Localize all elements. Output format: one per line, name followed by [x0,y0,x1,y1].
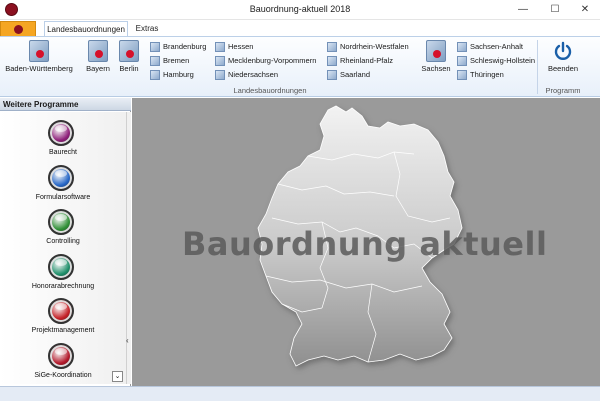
panel-title: Weitere Programme [0,98,131,111]
ribbon-tabs: Landesbauordnungen Extras [0,20,600,37]
programs-panel: Weitere Programme Baurecht Formularsoftw… [0,98,131,386]
app-menu-icon [14,25,23,34]
program-item-baurecht[interactable]: Baurecht [0,120,126,164]
program-item-projektmanagement[interactable]: Projektmanagement [0,298,126,342]
map-pin-icon [426,40,446,62]
group-label-landesbauordnungen: Landesbauordnungen [233,86,307,95]
file-menu-button[interactable] [0,21,36,37]
program-label: Controlling [46,238,80,245]
baurecht-icon [48,120,74,146]
map-icon [327,42,337,52]
button-label: Berlin [119,64,139,73]
saarland-button[interactable]: Saarland [327,69,370,81]
program-item-controlling[interactable]: Controlling [0,209,126,253]
sige-koordination-icon [48,343,74,369]
button-label: Sachsen [421,64,451,73]
bremen-button[interactable]: Bremen [150,55,189,67]
group-label-programm: Programm [545,86,581,95]
program-label: Projektmanagement [31,327,95,334]
map-icon [215,56,225,66]
map-icon [215,42,225,52]
title-bar: Bauordnung-aktuell 2018 — ☐ ✕ [0,0,600,20]
programs-list: Baurecht Formularsoftware Controlling Ho… [0,112,126,384]
sachsen-anhalt-button[interactable]: Sachsen-Anhalt [457,41,523,53]
projektmanagement-icon [48,298,74,324]
program-label: Honorarabrechnung [31,283,95,290]
tab-landesbauordnungen[interactable]: Landesbauordnungen [44,21,128,37]
button-label: Baden-Württemberg [5,64,73,73]
brandenburg-button[interactable]: Brandenburg [150,41,206,53]
thueringen-button[interactable]: Thüringen [457,69,504,81]
map-pin-icon [119,40,139,62]
beenden-button[interactable]: Beenden [545,40,581,80]
schleswig-holstein-button[interactable]: Schleswig-Hollstein [457,55,535,67]
button-label: Beenden [547,64,579,73]
hamburg-button[interactable]: Hamburg [150,69,194,81]
rheinland-pfalz-button[interactable]: Rheinland-Pfalz [327,55,393,67]
program-item-formularsoftware[interactable]: Formularsoftware [0,165,126,209]
status-bar [0,386,600,401]
hessen-button[interactable]: Hessen [215,41,253,53]
program-label: Baurecht [48,149,78,156]
map-icon [150,42,160,52]
map-pin-icon [29,40,49,62]
program-item-sige-koordination[interactable]: SiGe-Koordination [0,343,126,384]
berlin-button[interactable]: Berlin [116,40,142,80]
map-icon [457,70,467,80]
map-icon [215,70,225,80]
tab-extras[interactable]: Extras [131,21,163,37]
controlling-icon [48,209,74,235]
program-item-honorarabrechnung[interactable]: Honorarabrechnung [0,254,126,298]
map-icon [327,56,337,66]
collapse-panel-icon[interactable]: ‹ [126,334,131,348]
sachsen-button[interactable]: Sachsen [419,40,453,80]
minimize-button[interactable]: — [508,0,538,20]
baden-wuerttemberg-button[interactable]: Baden-Württemberg [3,40,75,80]
program-label: SiGe-Koordination [34,372,92,379]
map-icon [150,70,160,80]
bayern-button[interactable]: Bayern [84,40,112,80]
honorarabrechnung-icon [48,254,74,280]
map-icon [327,70,337,80]
map-pin-icon [88,40,108,62]
mecklenburg-vorpommern-button[interactable]: Mecklenburg-Vorpommern [215,55,316,67]
group-separator [537,40,538,94]
map-icon [457,56,467,66]
program-label: Formularsoftware [35,194,91,201]
watermark-title: Bauordnung aktuell [182,225,548,263]
maximize-button[interactable]: ☐ [540,0,570,20]
power-icon [552,40,574,62]
nordrhein-westfalen-button[interactable]: Nordrhein-Westfalen [327,41,409,53]
ribbon: Baden-Württemberg Bayern Berlin Brandenb… [0,37,600,97]
formularsoftware-icon [48,165,74,191]
map-icon [457,42,467,52]
scroll-down-icon[interactable]: ⌄ [112,371,123,382]
button-label: Bayern [86,64,110,73]
map-area: Bauordnung aktuell [132,98,600,386]
niedersachsen-button[interactable]: Niedersachsen [215,69,278,81]
close-button[interactable]: ✕ [570,0,600,20]
map-icon [150,56,160,66]
